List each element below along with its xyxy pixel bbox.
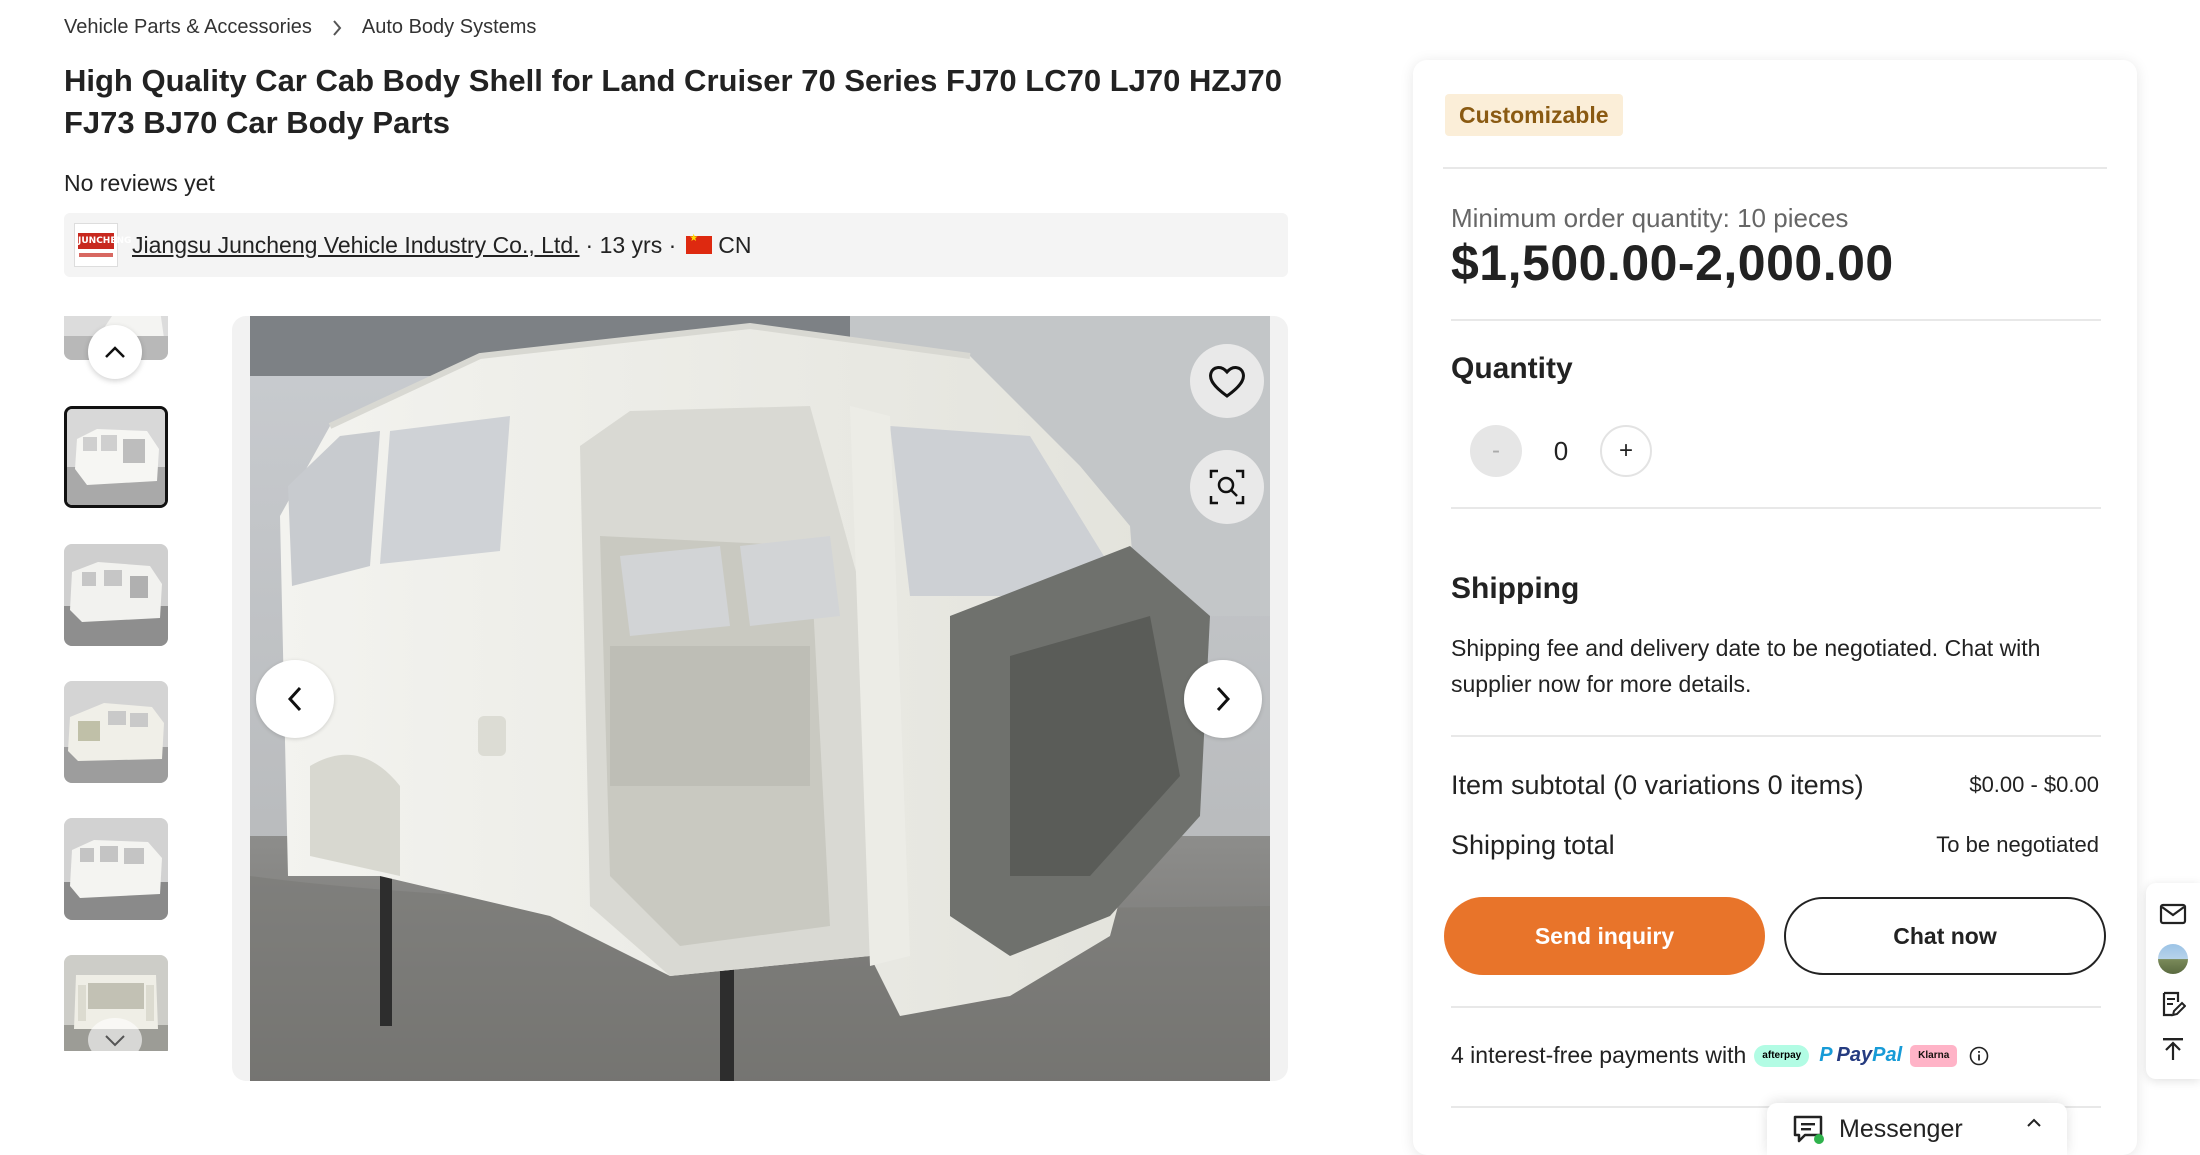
- chat-bubble-icon: [1791, 1112, 1825, 1146]
- reviews-status: No reviews yet: [64, 170, 215, 196]
- item-subtotal-value: $0.00 - $0.00: [1969, 772, 2099, 797]
- breadcrumb-item-vehicle-parts[interactable]: Vehicle Parts & Accessories: [64, 16, 312, 39]
- product-title: High Quality Car Cab Body Shell for Land…: [64, 63, 1283, 140]
- increase-quantity-button[interactable]: +: [1600, 425, 1652, 477]
- china-flag-icon: [686, 233, 713, 254]
- favorite-button[interactable]: [1190, 344, 1264, 418]
- supplier-logo: JUNCHENG: [74, 223, 131, 267]
- image-search-button[interactable]: [1190, 450, 1264, 524]
- chevron-up-icon: [105, 346, 125, 358]
- avatar: [2158, 943, 2188, 974]
- minimum-order-quantity: Minimum order quantity: 10 pieces: [1451, 203, 1849, 233]
- shipping-total-label: Shipping total: [1451, 830, 1615, 860]
- quantity-stepper: - 0 +: [1470, 425, 1652, 477]
- customizable-badge: Customizable: [1445, 94, 1623, 136]
- message-button[interactable]: [2157, 898, 2189, 930]
- supplier-logo-text: JUNCHENG: [78, 233, 131, 249]
- item-subtotal-label: Item subtotal (0 variations 0 items): [1451, 770, 1864, 800]
- divider: [1451, 507, 2101, 509]
- divider: [1451, 735, 2101, 737]
- paypal-logo: P Pay Pal: [1819, 1044, 1903, 1066]
- breadcrumb: Vehicle Parts & Accessories Auto Body Sy…: [64, 16, 536, 39]
- floating-toolbar: [2146, 883, 2200, 1079]
- supplier-years: · 13 yrs ·: [585, 231, 677, 258]
- thumbnail-3[interactable]: [64, 681, 168, 783]
- divider: [1443, 167, 2107, 169]
- thumbnail-1[interactable]: [64, 406, 168, 508]
- breadcrumb-item-auto-body[interactable]: Auto Body Systems: [362, 16, 537, 39]
- quantity-label: Quantity: [1451, 352, 1573, 385]
- chevron-right-icon: [1216, 686, 1231, 712]
- envelope-icon: [2159, 903, 2187, 924]
- klarna-logo: Klarna: [1910, 1044, 1958, 1067]
- order-panel: Customizable Minimum order quantity: 10 …: [1413, 60, 2137, 1155]
- thumbnail-scroll-down-button[interactable]: [88, 1018, 142, 1062]
- request-quote-button[interactable]: [2157, 988, 2189, 1020]
- chat-now-button[interactable]: Chat now: [1784, 897, 2106, 975]
- arrow-to-top-icon: [2163, 1037, 2183, 1060]
- main-image-container: [232, 316, 1288, 1081]
- thumbnail-2[interactable]: [64, 544, 168, 646]
- next-image-button[interactable]: [1184, 660, 1262, 738]
- thumbnail-scroll-up-button[interactable]: [88, 325, 142, 379]
- send-inquiry-button[interactable]: Send inquiry: [1444, 897, 1765, 975]
- info-icon[interactable]: [1969, 1046, 1989, 1066]
- supplier-bar: JUNCHENG Jiangsu Juncheng Vehicle Indust…: [64, 213, 1288, 277]
- previous-image-button[interactable]: [256, 660, 334, 738]
- product-main-image[interactable]: [250, 316, 1270, 1081]
- chevron-down-icon: [105, 1035, 125, 1047]
- chevron-right-icon: [326, 17, 348, 39]
- supplier-country: CN: [718, 231, 752, 258]
- shipping-description: Shipping fee and delivery date to be neg…: [1451, 635, 2041, 697]
- edit-form-icon: [2162, 991, 2186, 1016]
- thumbnail-strip: [64, 316, 168, 1051]
- account-button[interactable]: [2157, 943, 2189, 975]
- decrease-quantity-button[interactable]: -: [1470, 425, 1522, 477]
- chevron-up-icon[interactable]: [2025, 1117, 2043, 1129]
- afterpay-logo: afterpay: [1754, 1044, 1810, 1067]
- divider: [1451, 319, 2101, 321]
- messenger-label: Messenger: [1839, 1114, 1963, 1143]
- image-search-icon: [1209, 469, 1245, 505]
- chevron-left-icon: [287, 686, 302, 712]
- price-range: $1,500.00-2,000.00: [1451, 235, 1894, 291]
- thumbnail-4[interactable]: [64, 818, 168, 920]
- shipping-title: Shipping: [1451, 572, 1580, 605]
- heart-icon: [1209, 366, 1245, 398]
- payments-text: 4 interest-free payments with: [1451, 1042, 1747, 1068]
- supplier-name-link[interactable]: Jiangsu Juncheng Vehicle Industry Co., L…: [132, 232, 580, 259]
- shipping-total-value: To be negotiated: [1936, 832, 2099, 857]
- back-to-top-button[interactable]: [2157, 1033, 2189, 1065]
- payment-options: 4 interest-free payments with afterpay P…: [1451, 1042, 1989, 1069]
- divider: [1451, 1006, 2101, 1008]
- quantity-input[interactable]: 0: [1522, 436, 1600, 467]
- messenger-bar[interactable]: Messenger: [1767, 1103, 2067, 1155]
